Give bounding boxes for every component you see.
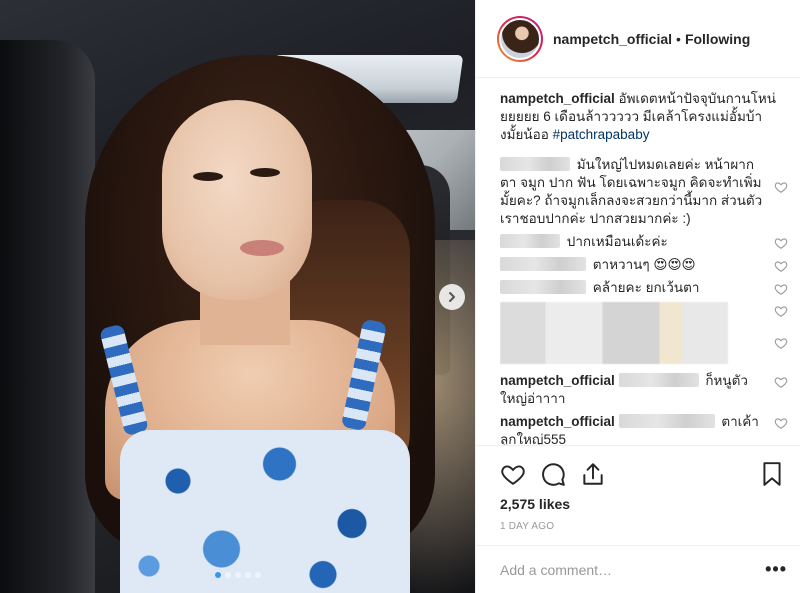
- blurred-username: [500, 234, 560, 248]
- comment-like-heart-icon[interactable]: [774, 282, 788, 296]
- comment-item: มันใหญ่ไปหมดเลยค่ะ หน้าผาก ตา จมูก ปาก ฟ…: [500, 156, 790, 228]
- comment-like-heart-icon[interactable]: [774, 336, 788, 350]
- post-timestamp[interactable]: 1 DAY AGO: [500, 521, 785, 532]
- comment-item: ปากเหมือนเด้ะค่ะ: [500, 233, 790, 251]
- carousel-dot: [244, 572, 251, 578]
- blurred-comment: [500, 302, 790, 364]
- post-side-panel: nampetch_official • Following nampetch_o…: [475, 0, 800, 593]
- post-actions: 2,575 likes 1 DAY AGO: [476, 445, 800, 532]
- share-icon[interactable]: [580, 461, 606, 487]
- comment-item: คล้ายคะ ยกเว้นตา: [500, 279, 790, 297]
- blurred-username: [500, 280, 586, 294]
- reply-username[interactable]: nampetch_official: [500, 373, 615, 388]
- more-options-icon[interactable]: •••: [765, 559, 787, 580]
- header-username[interactable]: nampetch_official: [553, 31, 672, 47]
- blurred-username: [500, 157, 570, 171]
- comment-like-heart-icon[interactable]: [774, 259, 788, 273]
- face: [162, 100, 312, 300]
- heart-icon[interactable]: [500, 461, 526, 487]
- left-eye: [193, 172, 223, 181]
- bookmark-icon[interactable]: [759, 461, 785, 487]
- comment-like-heart-icon[interactable]: [774, 180, 788, 194]
- comment-like-heart-icon[interactable]: [774, 236, 788, 250]
- comment-item: ตาหวานๆ 😍😍😍: [500, 256, 790, 274]
- floral-dress: [120, 430, 410, 593]
- carousel-dot: [214, 572, 221, 578]
- comment-text: คล้ายคะ ยกเว้นตา: [592, 280, 700, 295]
- right-eye: [250, 168, 280, 177]
- action-icons: [500, 460, 785, 488]
- header-separator: •: [676, 30, 681, 47]
- comment-like-heart-icon[interactable]: [774, 304, 788, 318]
- comment-like-heart-icon[interactable]: [774, 375, 788, 389]
- likes-count[interactable]: 2,575 likes: [500, 496, 785, 512]
- carousel-dot: [234, 572, 241, 578]
- car-door: [0, 40, 95, 593]
- blurred-username: [500, 257, 586, 271]
- reply-item: nampetch_official ตาเค้าลูกใหญ่555: [500, 413, 790, 445]
- lips: [240, 240, 284, 256]
- reply-username[interactable]: nampetch_official: [500, 414, 615, 429]
- caption-username[interactable]: nampetch_official: [500, 91, 615, 106]
- comment-like-heart-icon[interactable]: [774, 416, 788, 430]
- comment-text: ตาหวานๆ 😍😍😍: [592, 257, 696, 272]
- blurred-content: [500, 302, 728, 364]
- following-button[interactable]: Following: [685, 31, 750, 47]
- blurred-mention: [618, 414, 715, 428]
- comment-text: ปากเหมือนเด้ะค่ะ: [566, 234, 668, 249]
- comments-list[interactable]: nampetch_official อัพเดตหน้าปัจจุบันกานโ…: [500, 90, 790, 445]
- reply-item: nampetch_official ก็หนูตัวใหญ่อ่าาาา: [500, 372, 790, 408]
- post-caption: nampetch_official อัพเดตหน้าปัจจุบันกานโ…: [500, 90, 790, 144]
- chevron-right-icon: [449, 292, 455, 302]
- caption-hashtag[interactable]: #patchrapababy: [553, 127, 650, 142]
- carousel-indicator: [0, 572, 475, 578]
- post-header: nampetch_official • Following: [476, 0, 800, 78]
- carousel-next-button[interactable]: [439, 284, 465, 310]
- blurred-mention: [618, 373, 699, 387]
- avatar[interactable]: [497, 15, 543, 62]
- carousel-dot: [224, 572, 231, 578]
- post-photo[interactable]: [0, 0, 475, 593]
- add-comment-bar: •••: [476, 545, 800, 593]
- carousel-dot: [254, 572, 261, 578]
- comment-input[interactable]: [500, 561, 766, 578]
- comment-bubble-icon[interactable]: [540, 461, 566, 487]
